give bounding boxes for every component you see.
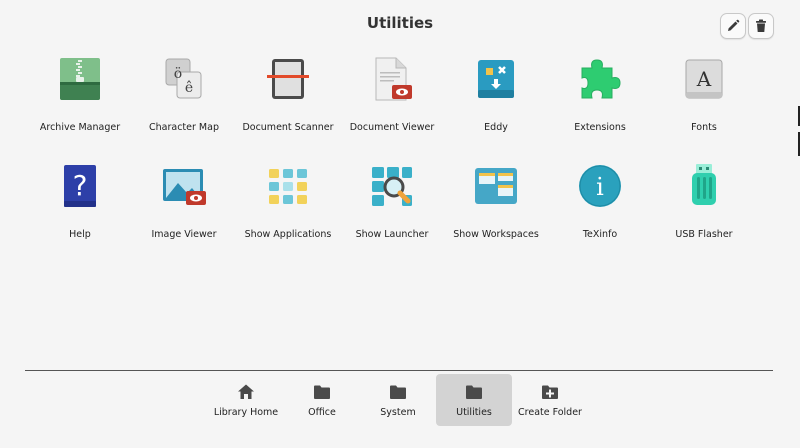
app-eddy[interactable]: Eddy bbox=[444, 50, 548, 157]
app-extensions[interactable]: Extensions bbox=[548, 50, 652, 157]
app-row: Archive Manager ö ê Character Map Docume… bbox=[28, 50, 756, 157]
app-label: Document Scanner bbox=[242, 122, 334, 133]
char-glyph-1: ö bbox=[174, 66, 182, 82]
app-grid-icon bbox=[269, 169, 307, 204]
info-icon: i bbox=[579, 165, 621, 207]
app-label: TeXinfo bbox=[582, 229, 618, 240]
usb-drive-icon bbox=[692, 164, 716, 205]
app-image-viewer[interactable]: Image Viewer bbox=[132, 157, 236, 264]
library-tabs: Library Home Office System Utilities Cre… bbox=[208, 374, 588, 426]
page-title: Utilities bbox=[366, 14, 434, 32]
tab-label: Utilities bbox=[456, 407, 492, 418]
tab-system[interactable]: System bbox=[360, 374, 436, 426]
character-map-icon: ö ê bbox=[165, 58, 202, 99]
app-label: Help bbox=[69, 229, 91, 240]
pencil-icon bbox=[728, 19, 740, 31]
puzzle-icon bbox=[581, 59, 621, 99]
fonts-icon: A bbox=[685, 59, 723, 99]
tab-utilities[interactable]: Utilities bbox=[436, 374, 512, 426]
font-glyph: A bbox=[696, 67, 712, 91]
tab-create-folder[interactable]: Create Folder bbox=[512, 374, 588, 426]
launcher-search-icon bbox=[372, 167, 412, 206]
delete-button[interactable] bbox=[748, 13, 774, 39]
app-label: Fonts bbox=[691, 122, 717, 133]
app-label: Show Launcher bbox=[355, 229, 429, 240]
folder-icon bbox=[390, 385, 406, 399]
trash-icon bbox=[756, 19, 766, 32]
app-grid: Archive Manager ö ê Character Map Docume… bbox=[28, 50, 756, 264]
app-label: Show Workspaces bbox=[453, 229, 539, 240]
workspaces-icon bbox=[475, 168, 517, 204]
app-show-workspaces[interactable]: Show Workspaces bbox=[444, 157, 548, 264]
app-label: Extensions bbox=[574, 122, 626, 133]
app-document-viewer[interactable]: Document Viewer bbox=[340, 50, 444, 157]
app-row: ? Help Image Viewer Show Applications Sh… bbox=[28, 157, 756, 264]
folder-icon bbox=[466, 385, 482, 399]
app-show-applications[interactable]: Show Applications bbox=[236, 157, 340, 264]
edit-button[interactable] bbox=[720, 13, 746, 39]
tab-library-home[interactable]: Library Home bbox=[208, 374, 284, 426]
tab-office[interactable]: Office bbox=[284, 374, 360, 426]
app-show-launcher[interactable]: Show Launcher bbox=[340, 157, 444, 264]
help-icon: ? bbox=[64, 165, 96, 207]
app-label: Show Applications bbox=[244, 229, 332, 240]
tab-label: System bbox=[380, 407, 416, 418]
app-character-map[interactable]: ö ê Character Map bbox=[132, 50, 236, 157]
app-help[interactable]: ? Help bbox=[28, 157, 132, 264]
app-label: Archive Manager bbox=[39, 122, 121, 133]
app-fonts[interactable]: A Fonts bbox=[652, 50, 756, 157]
app-label: Document Viewer bbox=[349, 122, 435, 133]
scanner-icon bbox=[267, 59, 309, 99]
new-folder-icon bbox=[542, 385, 558, 399]
app-usb-flasher[interactable]: USB Flasher bbox=[652, 157, 756, 264]
tab-label: Library Home bbox=[213, 407, 279, 418]
app-label: Eddy bbox=[484, 122, 508, 133]
char-glyph-2: ê bbox=[185, 80, 193, 96]
info-glyph: i bbox=[596, 173, 604, 201]
app-label: Image Viewer bbox=[151, 229, 217, 240]
tab-label: Create Folder bbox=[518, 407, 582, 418]
tab-divider bbox=[25, 370, 773, 371]
app-texinfo[interactable]: i TeXinfo bbox=[548, 157, 652, 264]
app-document-scanner[interactable]: Document Scanner bbox=[236, 50, 340, 157]
folder-icon bbox=[314, 385, 330, 399]
home-icon bbox=[238, 384, 254, 399]
app-label: USB Flasher bbox=[675, 229, 733, 240]
package-installer-icon bbox=[478, 60, 514, 98]
document-viewer-icon bbox=[375, 57, 412, 101]
help-glyph: ? bbox=[73, 169, 88, 202]
tab-label: Office bbox=[308, 407, 336, 418]
archive-icon bbox=[60, 58, 100, 100]
image-viewer-icon bbox=[163, 169, 206, 205]
app-archive-manager[interactable]: Archive Manager bbox=[28, 50, 132, 157]
app-label: Character Map bbox=[149, 122, 219, 133]
